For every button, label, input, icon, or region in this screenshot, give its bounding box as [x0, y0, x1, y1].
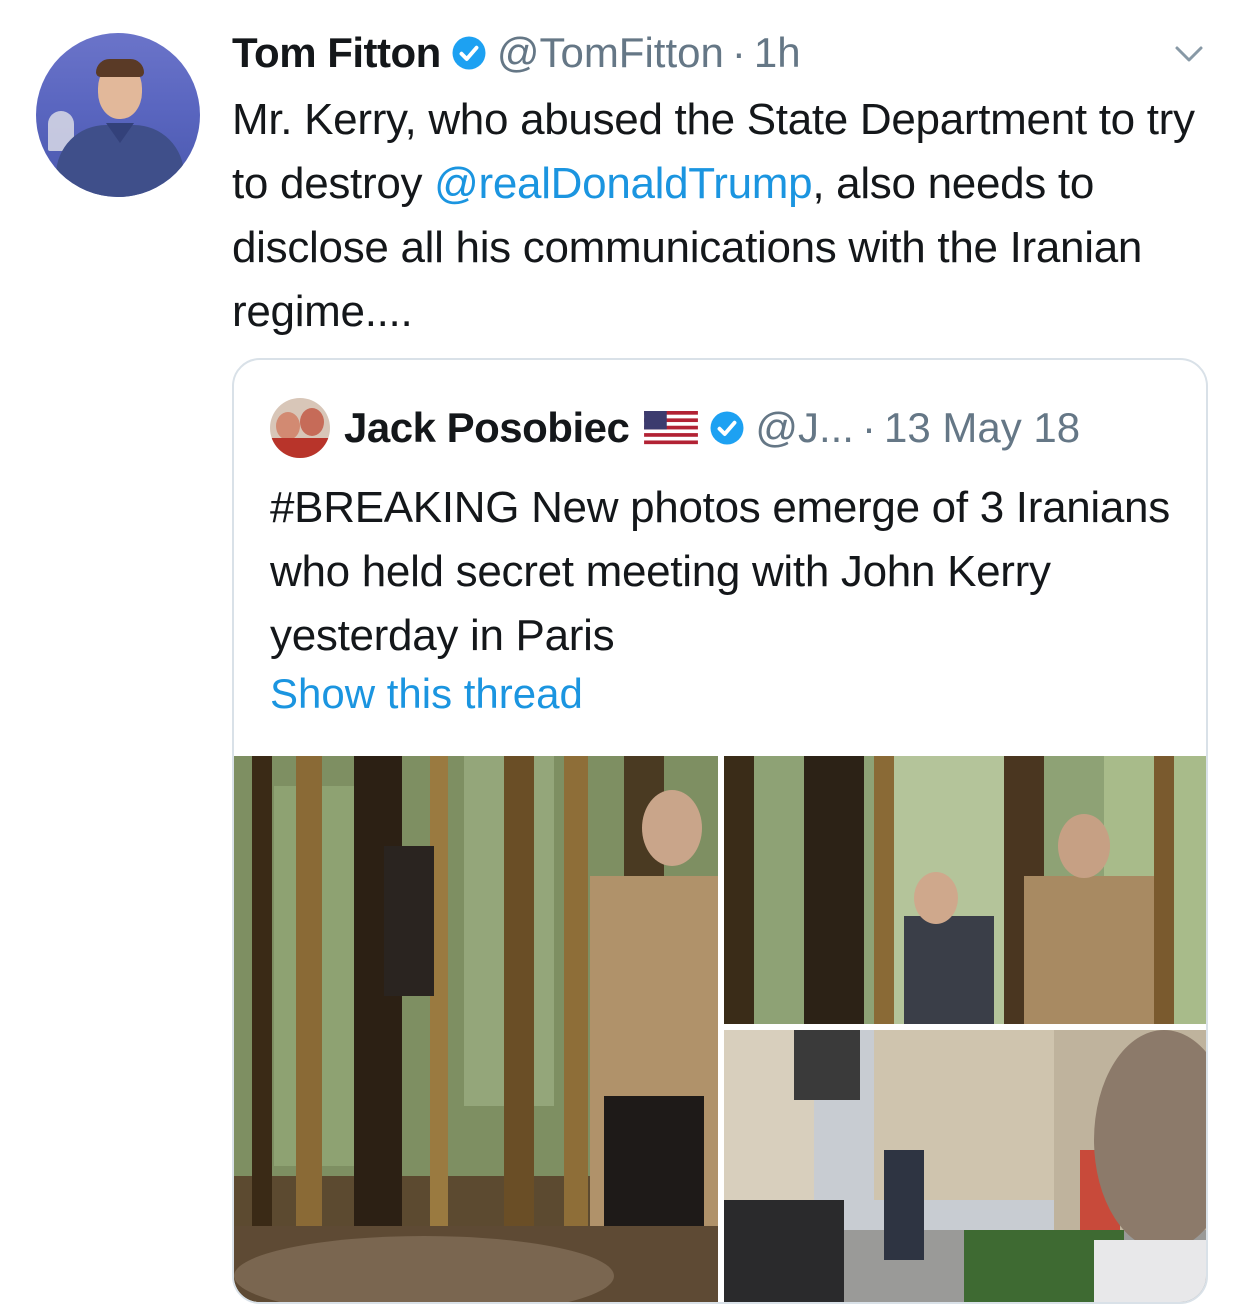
verified-badge-icon: [710, 411, 744, 445]
tweet-timestamp[interactable]: 1h: [754, 29, 801, 77]
author-name[interactable]: Tom Fitton: [232, 29, 441, 77]
avatar-face-shape: [276, 412, 300, 440]
avatar-hair: [96, 59, 144, 77]
quoted-author-handle[interactable]: @J...: [755, 404, 854, 452]
us-flag-icon: [644, 411, 699, 445]
photo-paris-street-image: [724, 1030, 1206, 1302]
quoted-tweet-card[interactable]: Jack Posobiec @J... · 13 May 18 #BREAKIN…: [232, 358, 1208, 1304]
quoted-author-name[interactable]: Jack Posobiec: [344, 404, 630, 452]
photo-paris-street[interactable]: [724, 1030, 1206, 1302]
avatar-shirt-shape: [270, 438, 330, 458]
show-thread-link[interactable]: Show this thread: [270, 670, 583, 718]
separator-dot: ·: [731, 29, 746, 76]
quoted-tweet-header: Jack Posobiec @J... · 13 May 18: [344, 400, 1080, 456]
verified-badge-icon: [452, 36, 486, 70]
photo-hotel-lobby-door[interactable]: [234, 756, 718, 1302]
avatar-face-shape: [300, 408, 324, 436]
tweet-header: Tom Fitton @TomFitton · 1h: [232, 28, 801, 78]
separator-dot: ·: [861, 404, 876, 451]
author-avatar[interactable]: [36, 33, 200, 197]
photo-grid: [234, 756, 1206, 1302]
quoted-author-avatar[interactable]: [270, 398, 330, 458]
quoted-tweet-text: #BREAKING New photos emerge of 3 Iranian…: [270, 483, 1170, 660]
mention-link[interactable]: @realDonaldTrump: [434, 159, 812, 208]
chevron-down-icon[interactable]: [1172, 42, 1206, 66]
photo-hotel-entrance-image: [724, 756, 1206, 1024]
quoted-tweet-date[interactable]: 13 May 18: [884, 404, 1080, 452]
author-handle[interactable]: @TomFitton: [497, 29, 724, 77]
photo-hotel-lobby-image: [234, 756, 718, 1302]
tweet-text: Mr. Kerry, who abused the State Departme…: [232, 88, 1212, 344]
photo-hotel-entrance[interactable]: [724, 756, 1206, 1024]
